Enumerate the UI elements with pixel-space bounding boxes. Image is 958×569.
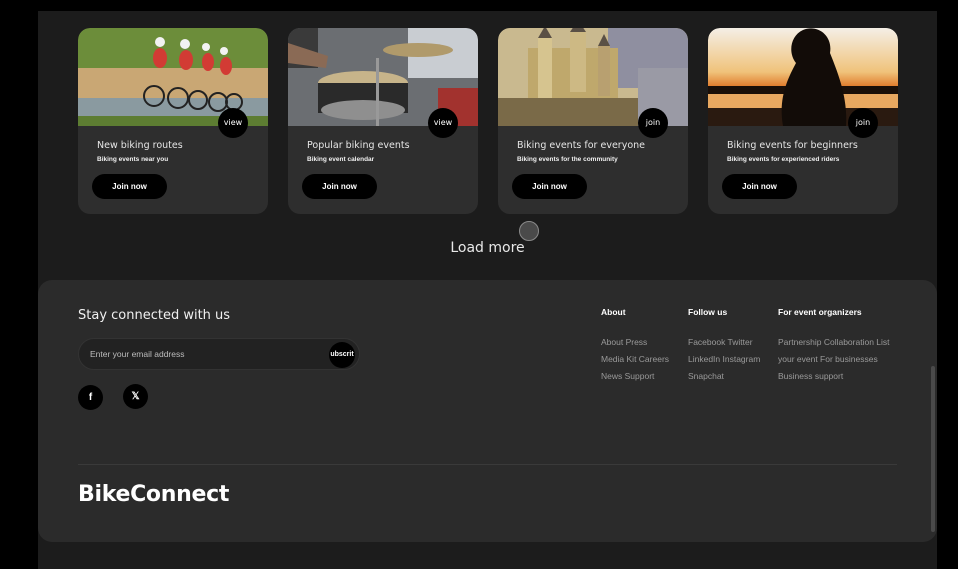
- column-heading: About: [601, 307, 626, 317]
- card-title: Biking events for beginners: [727, 140, 858, 151]
- footer-link[interactable]: About Press: [601, 334, 669, 351]
- scrollbar[interactable]: [931, 366, 935, 532]
- subscribe-button[interactable]: ubscrit: [329, 342, 355, 368]
- event-card[interactable]: view New biking routes Biking events nea…: [78, 28, 268, 214]
- footer-link[interactable]: Business support: [778, 368, 890, 385]
- join-now-button[interactable]: Join now: [92, 174, 167, 199]
- footer-link[interactable]: LinkedIn Instagram: [688, 351, 760, 368]
- footer-column-follow: Follow us Facebook Twitter LinkedIn Inst…: [688, 307, 760, 385]
- footer-divider: [78, 464, 897, 465]
- footer-link[interactable]: Media Kit Careers: [601, 351, 669, 368]
- card-title: Popular biking events: [307, 140, 410, 151]
- card-subtitle: Biking events for the community: [517, 156, 618, 163]
- card-subtitle: Biking event calendar: [307, 156, 375, 163]
- stay-connected-heading: Stay connected with us: [78, 308, 231, 323]
- loading-spinner-icon: [519, 221, 539, 241]
- footer-column-about: About About Press Media Kit Careers News…: [601, 307, 669, 385]
- footer-link[interactable]: Snapchat: [688, 368, 760, 385]
- card-subtitle: Biking events near you: [97, 156, 169, 163]
- column-heading: For event organizers: [778, 307, 862, 317]
- page-container: view New biking routes Biking events nea…: [38, 11, 937, 569]
- join-button[interactable]: join: [638, 108, 668, 138]
- join-now-button[interactable]: Join now: [512, 174, 587, 199]
- facebook-icon[interactable]: f: [78, 385, 103, 410]
- email-placeholder: Enter your email address: [90, 349, 185, 359]
- card-subtitle: Biking events for experienced riders: [727, 156, 840, 163]
- event-card[interactable]: join Biking events for everyone Biking e…: [498, 28, 688, 214]
- event-card[interactable]: view Popular biking events Biking event …: [288, 28, 478, 214]
- footer-column-organizers: For event organizers Partnership Collabo…: [778, 307, 890, 385]
- join-now-button[interactable]: Join now: [302, 174, 377, 199]
- footer-link[interactable]: Facebook Twitter: [688, 334, 760, 351]
- card-title: New biking routes: [97, 140, 183, 151]
- card-title: Biking events for everyone: [517, 140, 645, 151]
- view-button[interactable]: view: [218, 108, 248, 138]
- column-heading: Follow us: [688, 307, 728, 317]
- footer-link[interactable]: Partnership Collaboration List: [778, 334, 890, 351]
- footer-link[interactable]: your event For businesses: [778, 351, 890, 368]
- join-now-button[interactable]: Join now: [722, 174, 797, 199]
- footer-link[interactable]: News Support: [601, 368, 669, 385]
- footer: Stay connected with us Enter your email …: [38, 280, 937, 542]
- join-button[interactable]: join: [848, 108, 878, 138]
- brand-logo[interactable]: BikeConnect: [78, 482, 229, 507]
- view-button[interactable]: view: [428, 108, 458, 138]
- email-field[interactable]: Enter your email address ubscrit: [78, 338, 360, 370]
- event-card[interactable]: join Biking events for beginners Biking …: [708, 28, 898, 214]
- load-more-button[interactable]: Load more: [38, 240, 937, 256]
- x-twitter-icon[interactable]: 𝕏: [123, 384, 148, 409]
